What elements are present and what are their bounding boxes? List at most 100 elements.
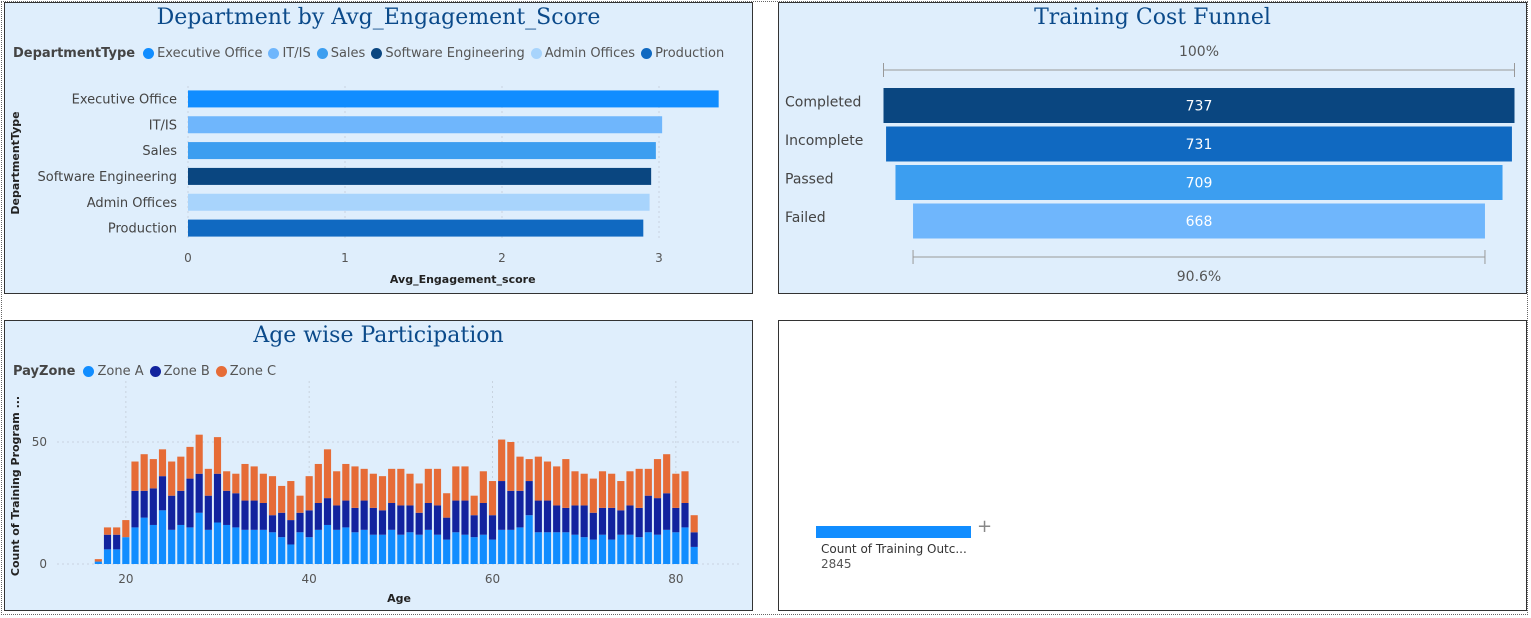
age-stacked-column-chart[interactable]: 20 40 60 80 0 50 Age Count of Training Program … [5,321,752,610]
bar-segment [314,463,322,503]
bar-segment [351,466,359,508]
bar [188,219,644,237]
funnel-category-label: Incomplete [785,133,863,149]
bar-segment [177,456,185,491]
y-tick-label: 50 [32,435,47,449]
bar-segment [268,515,277,533]
bar [188,116,663,134]
bar-segment [543,461,552,501]
bar-segment [287,544,295,564]
bar-segment [635,507,643,538]
bar-segment [470,537,478,564]
training-outcome-count-visual[interactable]: + Count of Training Outc... 2845 [778,320,1527,611]
funnel-category-label: Failed [785,210,826,226]
bar-segment [479,534,487,564]
bar-segment [516,490,524,528]
bar-segment [617,534,625,564]
bar-segment [204,468,212,496]
bar-segment [562,532,570,564]
funnel-category-label: Completed [785,95,861,111]
bar-segment [690,546,698,564]
bar-segment [626,534,634,564]
bar-segment [626,505,634,535]
bar-segment [360,468,368,501]
bar-segment [553,532,561,564]
bar-segment [644,495,652,533]
bar-segment [424,503,432,530]
bar-segment [351,532,359,564]
bar-segment [461,500,469,535]
bar-segment [94,561,102,564]
bar-segment [543,532,552,564]
bar [188,142,656,160]
bar-segment [241,463,249,501]
x-tick-label: 40 [302,572,317,586]
bar-segment [443,517,451,540]
bar-segment [241,500,249,530]
bar-segment [314,529,322,564]
y-tick-label: Software Engineering [38,170,177,185]
funnel-value-label: 668 [1186,214,1213,230]
bar-segment [681,471,689,503]
x-tick-label: 3 [655,251,663,265]
bar-segment [608,473,616,508]
bar-segment [158,510,167,564]
bar-segment [351,507,359,533]
bar-segment [158,449,167,477]
y-tick-label: 0 [39,557,47,571]
bar-segment [461,534,469,564]
bar-segment [305,476,313,511]
bar-segment [323,449,332,499]
bar-segment [296,512,304,533]
funnel-chart[interactable]: 100% 737 Completed 731 Incomplete 709 Passed 66… [779,3,1526,293]
bar-segment [534,500,542,533]
bar-segment [131,461,139,491]
bar-segment [470,515,478,538]
bar-segment [113,534,121,550]
bar-segment [369,473,377,508]
bar-segment [122,520,130,538]
bar-segment [278,537,286,564]
bar-segment [287,520,295,545]
bar-segment [223,471,231,491]
y-axis-title: DepartmentType [9,111,22,214]
bar-segment [479,471,487,503]
bar-segment [158,476,167,511]
bar-segment [278,485,286,513]
bar-segment [378,476,387,511]
bar-segment [323,524,332,564]
bar-segment [580,473,588,506]
bar-segment [333,471,341,506]
bar-segment [369,507,377,535]
bar-segment [305,537,313,564]
bar-segment [131,490,139,528]
plus-icon[interactable]: + [977,516,992,537]
bar-segment [488,539,497,564]
bar-segment [507,442,515,491]
bar-segment [323,498,332,525]
bar-segment [195,512,203,564]
bar-segment [122,537,130,564]
department-bar-chart[interactable]: 0 1 2 3 Executive Office IT/IS Sales Software E… [5,3,752,293]
bar-segment [525,459,533,482]
bar-segment [598,471,607,508]
funnel-value-label: 709 [1186,176,1213,192]
bar-segment [443,493,451,518]
bar-segment [177,490,185,525]
bar-segment [443,539,451,564]
bar-segment [168,495,176,530]
age-participation-visual[interactable]: Age wise Participation PayZone Zone A Zon… [4,320,753,611]
bar-segment [681,503,689,528]
bar-segment [562,507,570,533]
training-cost-funnel-visual[interactable]: Training Cost Funnel 100% 737 Completed 731… [778,2,1527,294]
bar-segment [140,517,148,564]
bar-segment [296,495,304,513]
department-engagement-visual[interactable]: Department by Avg_Engagement_Score Depar… [4,2,753,294]
bar-segment [113,549,121,564]
count-value: 2845 [821,557,852,571]
bar [188,90,719,108]
bar-segment [388,503,396,530]
bar-segment [360,529,368,564]
bar-segment [149,488,157,525]
bar-segment [452,466,460,501]
